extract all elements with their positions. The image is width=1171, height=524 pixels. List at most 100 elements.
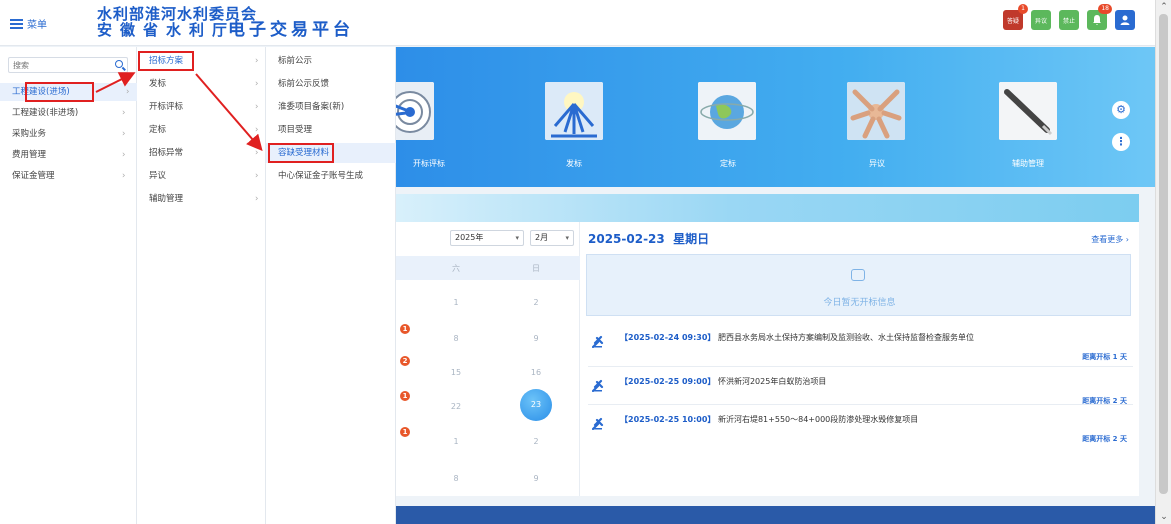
menu2-label-6: 辅助管理 xyxy=(149,194,184,204)
calendar-day[interactable]: 22 xyxy=(441,402,471,411)
menu1-item-deposit[interactable]: 保证金管理 xyxy=(12,168,55,184)
menu3-item-pre-notice-feedback[interactable]: 标前公示反馈 xyxy=(278,76,329,92)
hands-icon xyxy=(847,82,905,140)
view-more-label: 查看更多 xyxy=(1091,235,1124,244)
menu3-item-pre-notice[interactable]: 标前公示 xyxy=(278,53,312,69)
menu-level2-panel: 招标方案 发标 开标评标 定标 招标异常 异议 辅助管理 › › › › › ›… xyxy=(137,47,266,524)
objection-icon-label: 异议 xyxy=(1034,17,1047,25)
calendar-day[interactable]: 15 xyxy=(441,368,471,377)
chevron-right-icon: › xyxy=(122,108,126,118)
weekday-sun: 日 xyxy=(532,264,540,273)
tile-issue-image[interactable] xyxy=(545,82,603,140)
chevron-right-icon: › xyxy=(255,79,259,89)
tile-opening-image[interactable] xyxy=(396,82,434,140)
menu-search-box[interactable] xyxy=(8,57,128,73)
view-more-link[interactable]: 查看更多 › xyxy=(1091,234,1129,245)
scroll-up-icon[interactable]: ⌃ xyxy=(1159,2,1169,12)
more-options-icon[interactable]: ⋮ xyxy=(1112,133,1130,151)
scroll-thumb[interactable] xyxy=(1159,14,1168,494)
menu2-item-assist[interactable]: 辅助管理 xyxy=(149,191,183,207)
tile-award-image[interactable] xyxy=(698,82,756,140)
menu3-label-2: 淮委项目备案(新) xyxy=(278,102,345,112)
calendar-day[interactable]: 1 xyxy=(441,298,471,307)
tile-label-objection[interactable]: 异议 xyxy=(869,158,885,169)
menu3-label-3: 项目受理 xyxy=(278,125,313,135)
tile-label-award[interactable]: 定标 xyxy=(720,158,736,169)
news-text: 【2025-02-25 09:00】 怀洪新河2025年白蚁防治项目 xyxy=(620,376,826,387)
gear-icon[interactable]: ⚙ xyxy=(1112,101,1130,119)
menu2-item-issue[interactable]: 发标 xyxy=(149,76,166,92)
hamburger-icon xyxy=(10,18,23,29)
calendar-day[interactable]: 16 xyxy=(521,368,551,377)
inbox-icon xyxy=(851,269,865,281)
calendar-day[interactable]: 2 xyxy=(521,298,551,307)
search-icon[interactable] xyxy=(115,60,123,68)
user-shape-icon xyxy=(1120,15,1130,25)
news-text: 【2025-02-25 10:00】 新沂河右堤81+550～84+000段防渗… xyxy=(620,414,918,425)
calendar-day[interactable]: 1 xyxy=(441,437,471,446)
calendar-day[interactable]: 8 xyxy=(441,334,471,343)
news-title: 新沂河右堤81+550～84+000段防渗处理水毁修复项目 xyxy=(717,415,919,424)
year-select[interactable]: 2025年 ▾ xyxy=(450,230,524,246)
chevron-right-icon: › xyxy=(255,171,259,181)
menu2-item-exception[interactable]: 招标异常 xyxy=(149,145,183,161)
tile-label-opening[interactable]: 开标评标 xyxy=(413,158,445,169)
menu3-item-deposit-subaccount[interactable]: 中心保证金子账号生成 xyxy=(278,168,363,184)
page-scrollbar[interactable]: ⌃ ⌄ xyxy=(1155,0,1171,524)
tile-label-issue[interactable]: 发标 xyxy=(566,158,582,169)
org-line1: 水利部淮河水利委员会 xyxy=(97,5,258,23)
globe-icon xyxy=(698,82,756,140)
highlight-box-menu1 xyxy=(25,82,94,102)
arrows-icon xyxy=(545,82,603,140)
chevron-right-icon: › xyxy=(255,194,259,204)
footer-bar xyxy=(396,506,1155,524)
menu2-item-award[interactable]: 定标 xyxy=(149,122,166,138)
event-count-badge: 2 xyxy=(400,356,410,366)
news-item[interactable]: 【2025-02-25 09:00】 怀洪新河2025年白蚁防治项目 距离开标 … xyxy=(588,374,1133,412)
ban-icon[interactable]: 禁止 xyxy=(1059,10,1079,30)
objection-icon[interactable]: 异议 xyxy=(1031,10,1051,30)
news-title: 肥西县水务局水土保持方案编制及监测验收、水土保持监督检查服务单位 xyxy=(717,333,974,342)
tile-assist-image[interactable] xyxy=(999,82,1057,140)
ban-icon-label: 禁止 xyxy=(1062,17,1075,25)
event-count-badge: 1 xyxy=(400,391,410,401)
menu2-label-1: 发标 xyxy=(149,79,167,89)
calendar-day-today[interactable]: 23 xyxy=(520,389,552,421)
gavel-icon xyxy=(592,335,604,348)
news-item[interactable]: 【2025-02-25 10:00】 新沂河右堤81+550～84+000段防渗… xyxy=(588,412,1133,450)
reply-icon[interactable]: 答疑 1 xyxy=(1003,4,1028,30)
menu-search-input[interactable] xyxy=(9,58,109,72)
scroll-down-icon[interactable]: ⌄ xyxy=(1159,512,1169,522)
menu2-item-objection[interactable]: 异议 xyxy=(149,168,166,184)
menu2-label-5: 异议 xyxy=(149,171,167,181)
menu-label: 菜单 xyxy=(27,20,47,31)
menu1-item-procurement[interactable]: 采购业务 xyxy=(12,126,46,142)
event-count-badge: 1 xyxy=(400,427,410,437)
menu2-item-opening[interactable]: 开标评标 xyxy=(149,99,183,115)
module-banner: 开标评标 发标 定标 异议 辅助管理 ⚙ ⋮ xyxy=(396,47,1155,187)
menu1-item-engineering-off-site[interactable]: 工程建设(非进场) xyxy=(12,105,78,121)
month-select[interactable]: 2月 ▾ xyxy=(530,230,574,246)
tile-objection-image[interactable] xyxy=(847,82,905,140)
calendar-day[interactable]: 9 xyxy=(521,334,551,343)
user-icon[interactable] xyxy=(1115,10,1135,30)
menu1-item-fees[interactable]: 费用管理 xyxy=(12,147,46,163)
menu-toggle-button[interactable]: 菜单 xyxy=(10,16,47,31)
calendar-day[interactable]: 2 xyxy=(521,437,551,446)
menu3-item-project-filing[interactable]: 淮委项目备案(新) xyxy=(278,99,344,115)
menu2-label-2: 开标评标 xyxy=(149,102,184,112)
calendar-week-header: 六 日 xyxy=(396,256,580,280)
chevron-right-icon: › xyxy=(255,125,259,135)
chevron-right-icon: › xyxy=(122,150,126,160)
bell-shape-icon xyxy=(1093,15,1101,25)
calendar-day[interactable]: 9 xyxy=(521,474,551,483)
bell-icon[interactable]: 18 xyxy=(1087,4,1112,30)
schedule-weekday: 星期日 xyxy=(673,232,710,246)
tile-label-assist[interactable]: 辅助管理 xyxy=(1012,158,1044,169)
menu3-label-5: 中心保证金子账号生成 xyxy=(278,171,364,181)
menu3-label-1: 标前公示反馈 xyxy=(278,79,330,89)
news-item[interactable]: 【2025-02-24 09:30】 肥西县水务局水土保持方案编制及监测验收、水… xyxy=(588,330,1133,368)
calendar-day[interactable]: 8 xyxy=(441,474,471,483)
menu3-item-project-accept[interactable]: 项目受理 xyxy=(278,122,312,138)
chevron-down-icon: ▾ xyxy=(565,234,569,242)
